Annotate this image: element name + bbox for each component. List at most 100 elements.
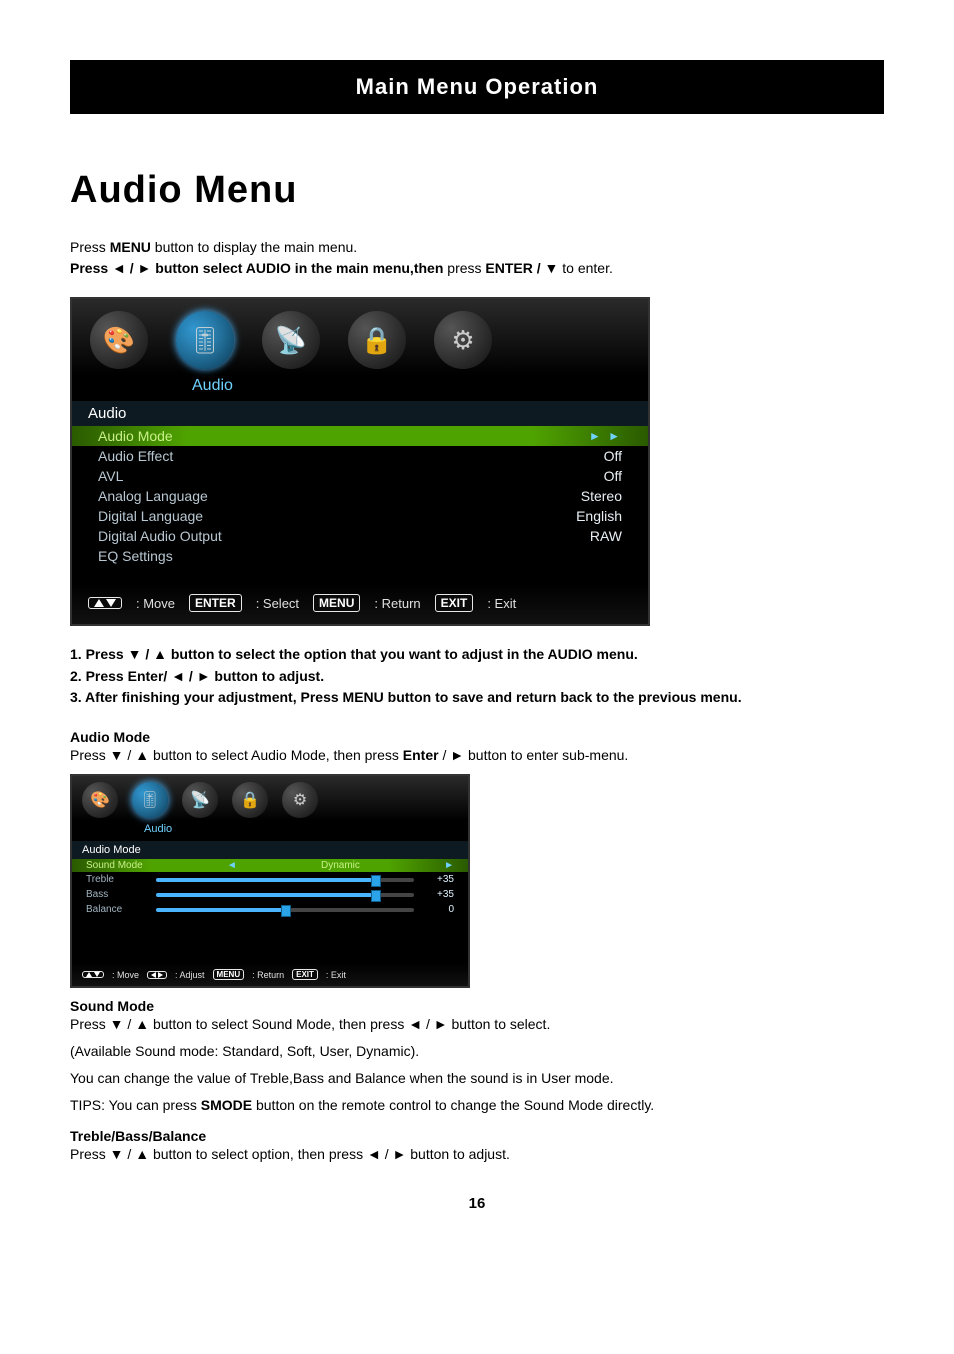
instruction-steps: 1. Press ▼ / ▲ button to select the opti… <box>70 644 884 709</box>
osd-footer-exit: : Exit <box>487 596 516 611</box>
osd-row-analog-language: Analog Language Stereo <box>72 486 648 506</box>
page-header-bar: Main Menu Operation <box>70 60 884 114</box>
picture-tab-icon: 🎨 <box>90 311 148 369</box>
exit-keycap: EXIT <box>292 969 318 980</box>
osd-row-value: RAW <box>590 528 622 544</box>
sound-mode-l4-post: button on the remote control to change t… <box>252 1097 654 1113</box>
slider-label: Balance <box>86 904 146 915</box>
slider-value: +35 <box>424 889 454 900</box>
osd-footer-move: : Move <box>112 970 139 980</box>
osd-row-arrows-icon: ► ► <box>589 429 622 443</box>
lock-tab-icon: 🔒 <box>348 311 406 369</box>
osd-row-label: AVL <box>98 468 123 484</box>
intro-text: in the main menu,then <box>291 260 447 276</box>
audio-keyword: AUDIO <box>246 260 291 276</box>
slider-track <box>156 878 414 882</box>
step-3-text: 3. After finishing your adjustment, Pres… <box>70 689 742 705</box>
menu-keycap: MENU <box>213 969 245 980</box>
exit-keycap: EXIT <box>435 594 474 612</box>
treble-bass-balance-text: Press ▼ / ▲ button to select option, the… <box>70 1144 884 1165</box>
osd-row-eq-settings: EQ Settings <box>72 546 648 566</box>
osd-footer-exit: : Exit <box>326 970 346 980</box>
osd-footer: : Move : Adjust MENU : Return EXIT : Exi… <box>72 963 468 986</box>
intro-text: press <box>447 260 485 276</box>
step-1-text: 1. Press ▼ / ▲ button to select the opti… <box>70 646 638 662</box>
osd-row-value: Off <box>604 448 622 464</box>
osd-panel-title: Audio Mode <box>72 841 468 859</box>
audio-tab-icon: 🎚 <box>176 311 234 369</box>
slider-track <box>156 908 414 912</box>
audio-mode-text: Press ▼ / ▲ button to select Audio Mode,… <box>70 745 884 766</box>
osd-row-digital-audio-output: Digital Audio Output RAW <box>72 526 648 546</box>
osd-row-value: Off <box>604 468 622 484</box>
intro-text: Press <box>70 239 110 255</box>
leftright-keycap-icon <box>147 971 167 979</box>
osd-row-avl: AVL Off <box>72 466 648 486</box>
updown-keycap-icon <box>82 971 104 978</box>
osd-row-label: Digital Audio Output <box>98 528 222 544</box>
osd-footer-return: : Return <box>252 970 284 980</box>
right-arrow-icon: ► <box>444 860 454 871</box>
slider-label: Bass <box>86 889 146 900</box>
step-3: 3. After finishing your adjustment, Pres… <box>70 687 884 709</box>
slider-value: 0 <box>424 904 454 915</box>
osd-tab-row: 🎨 🎚 📡 🔒 ⚙ <box>72 299 648 375</box>
osd-row-digital-language: Digital Language English <box>72 506 648 526</box>
slider-label: Treble <box>86 874 146 885</box>
osd-list: Sound Mode ◄ Dynamic ► Treble +35 Bass +… <box>72 859 468 963</box>
left-arrow-icon: ◄ <box>227 860 237 871</box>
step-2: 2. Press Enter/ ◄ / ► button to adjust. <box>70 666 884 688</box>
osd-footer-select: : Select <box>256 596 299 611</box>
osd-row-label: Audio Effect <box>98 448 173 464</box>
osd-row-label: EQ Settings <box>98 548 173 564</box>
osd-footer-return: : Return <box>374 596 420 611</box>
enter-keyword: Enter <box>403 747 439 763</box>
slider-track <box>156 893 414 897</box>
osd-audio-mode-submenu: 🎨 🎚 📡 🔒 ⚙ Audio Audio Mode Sound Mode ◄ … <box>70 774 470 988</box>
enter-keycap: ENTER <box>189 594 242 612</box>
osd-footer: : Move ENTER : Select MENU : Return EXIT… <box>72 584 648 624</box>
enter-keyword: ENTER / ▼ <box>485 260 558 276</box>
osd-row-label: Audio Mode <box>98 428 173 444</box>
page-number: 16 <box>70 1195 884 1212</box>
osd-row-audio-effect: Audio Effect Off <box>72 446 648 466</box>
osd-row-value: Stereo <box>581 488 622 504</box>
osd-tab-row: 🎨 🎚 📡 🔒 ⚙ <box>72 776 468 821</box>
intro-block: Press MENU button to display the main me… <box>70 237 884 279</box>
sound-mode-line-4: TIPS: You can press SMODE button on the … <box>70 1095 884 1116</box>
sound-mode-line-1: Press ▼ / ▲ button to select Sound Mode,… <box>70 1014 884 1035</box>
osd-row-sound-mode: Sound Mode ◄ Dynamic ► <box>72 859 468 872</box>
step-2-text: 2. Press Enter/ ◄ / ► button to adjust. <box>70 668 324 684</box>
picture-tab-icon: 🎨 <box>82 782 118 818</box>
intro-text: Press ◄ / ► button select <box>70 260 246 276</box>
intro-text: button to display the main menu. <box>151 239 357 255</box>
osd-row-audio-mode: Audio Mode ► ► <box>72 426 648 446</box>
intro-line-2: Press ◄ / ► button select AUDIO in the m… <box>70 258 884 279</box>
setup-tab-icon: ⚙ <box>434 311 492 369</box>
osd-row-label: Digital Language <box>98 508 203 524</box>
intro-text: to enter. <box>558 260 612 276</box>
updown-keycap-icon <box>88 597 122 609</box>
channel-tab-icon: 📡 <box>262 311 320 369</box>
slider-row-bass: Bass +35 <box>72 887 468 902</box>
audio-mode-text-post: / ► button to enter sub-menu. <box>439 747 629 763</box>
treble-bass-balance-heading: Treble/Bass/Balance <box>70 1128 884 1144</box>
sound-mode-line-2: (Available Sound mode: Standard, Soft, U… <box>70 1041 884 1062</box>
slider-row-treble: Treble +35 <box>72 872 468 887</box>
audio-tab-icon: 🎚 <box>132 782 168 818</box>
intro-line-1: Press MENU button to display the main me… <box>70 237 884 258</box>
osd-panel-title: Audio <box>72 401 648 426</box>
step-1: 1. Press ▼ / ▲ button to select the opti… <box>70 644 884 666</box>
slider-value: +35 <box>424 874 454 885</box>
osd-tab-label-row: Audio <box>72 821 468 841</box>
osd-tab-label: Audio <box>144 823 172 835</box>
osd-row-value: English <box>576 508 622 524</box>
sound-mode-heading: Sound Mode <box>70 998 884 1014</box>
osd-row-label: Analog Language <box>98 488 208 504</box>
osd-row-label: Sound Mode <box>86 860 143 871</box>
slider-row-balance: Balance 0 <box>72 902 468 917</box>
audio-mode-heading: Audio Mode <box>70 729 884 745</box>
osd-row-value: Dynamic <box>321 860 360 871</box>
menu-keycap: MENU <box>313 594 360 612</box>
osd-footer-move: : Move <box>136 596 175 611</box>
